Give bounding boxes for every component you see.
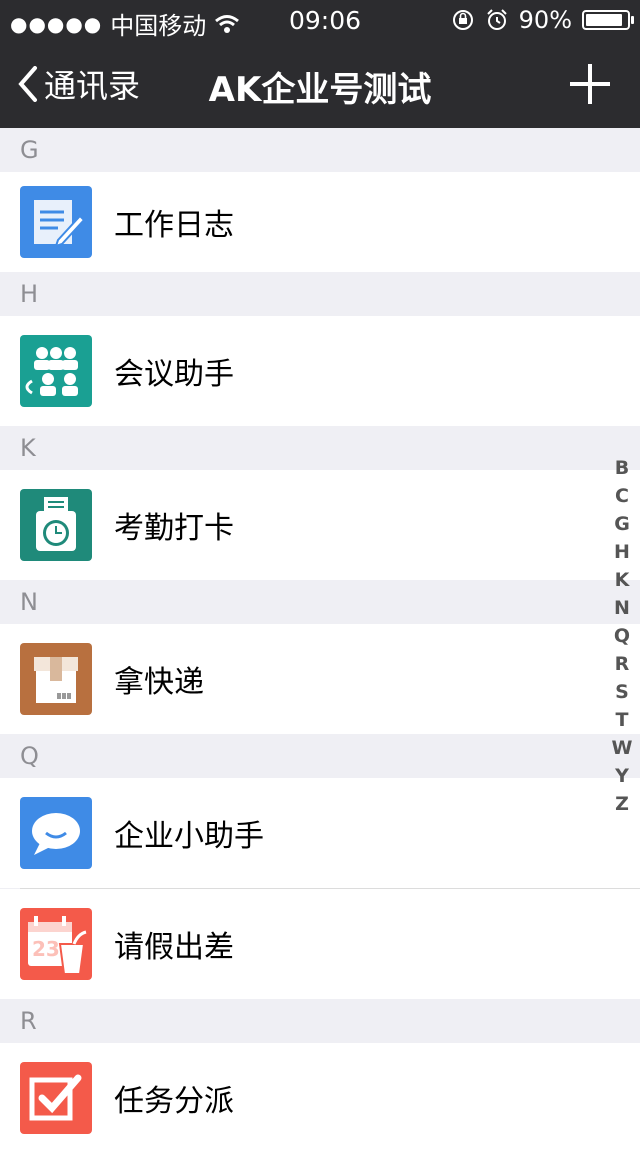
meeting-icon <box>20 335 92 407</box>
index-letter[interactable]: Q <box>614 622 630 650</box>
item-label: 拿快递 <box>114 665 204 700</box>
index-letter[interactable]: B <box>615 454 629 482</box>
page-title: AK企业号测试 <box>208 70 432 110</box>
top-bar: ●●●●● 中国移动 09:06 90% 通讯录 AK企业号测试 <box>0 0 640 128</box>
carrier-name: 中国移动 <box>110 12 207 40</box>
status-bar: ●●●●● 中国移动 09:06 90% <box>0 0 640 40</box>
item-label: 会议助手 <box>114 357 234 392</box>
time-clock-icon <box>20 489 92 561</box>
signal-dots-icon: ●●●●● <box>10 11 103 36</box>
list-item-leave-trip[interactable]: 23 请假出差 <box>0 889 640 999</box>
item-label: 任务分派 <box>114 1084 234 1119</box>
index-letter[interactable]: G <box>614 510 630 538</box>
battery-fill <box>586 14 622 26</box>
alphabet-index[interactable]: B C G H K N Q R S T W Y Z <box>612 454 633 818</box>
list-item-enterprise-assistant[interactable]: 企业小助手 <box>0 778 640 888</box>
list-item-express[interactable]: 拿快递 <box>0 624 640 734</box>
status-time: 09:06 <box>289 6 362 35</box>
section-header-h: H <box>0 272 640 316</box>
package-icon <box>20 643 92 715</box>
index-letter[interactable]: Z <box>615 790 629 818</box>
section-header-n: N <box>0 580 640 624</box>
calendar-cup-icon: 23 <box>20 908 92 980</box>
item-label: 考勤打卡 <box>114 511 234 546</box>
index-letter[interactable]: T <box>616 706 629 734</box>
item-label: 工作日志 <box>114 208 234 243</box>
wifi-icon <box>215 14 240 33</box>
list-item-task-assign[interactable]: 任务分派 <box>0 1043 640 1153</box>
index-letter[interactable]: W <box>612 734 633 762</box>
item-label: 请假出差 <box>114 930 234 965</box>
status-right: 90% <box>451 6 634 34</box>
add-button[interactable] <box>570 64 610 104</box>
list-item-meeting-assistant[interactable]: 会议助手 <box>0 316 640 426</box>
contact-list: G 工作日志 H 会议助手 K 考勤打卡 N 拿快递 Q 企业小助手 23 请假… <box>0 128 640 1153</box>
index-letter[interactable]: K <box>615 566 630 594</box>
index-letter[interactable]: C <box>615 482 629 510</box>
chat-bubble-icon <box>20 797 92 869</box>
section-header-r: R <box>0 999 640 1043</box>
svg-text:23: 23 <box>32 937 60 961</box>
section-header-q: Q <box>0 734 640 778</box>
list-item-attendance[interactable]: 考勤打卡 <box>0 470 640 580</box>
orientation-lock-icon <box>452 10 473 30</box>
list-item-work-log[interactable]: 工作日志 <box>0 172 640 272</box>
nav-bar: 通讯录 AK企业号测试 <box>0 40 640 128</box>
section-header-g: G <box>0 128 640 172</box>
battery-tip <box>631 16 634 24</box>
item-label: 企业小助手 <box>114 819 264 854</box>
index-letter[interactable]: S <box>615 678 629 706</box>
alarm-icon <box>486 9 507 30</box>
carrier-info: ●●●●● 中国移动 <box>10 6 240 41</box>
index-letter[interactable]: R <box>615 650 630 678</box>
checkbox-icon <box>20 1062 92 1134</box>
index-letter[interactable]: N <box>614 594 630 622</box>
index-letter[interactable]: Y <box>615 762 629 790</box>
battery-percent: 90% <box>518 6 572 34</box>
index-letter[interactable]: H <box>614 538 630 566</box>
work-log-icon <box>20 186 92 258</box>
battery-icon <box>582 10 634 30</box>
section-header-k: K <box>0 426 640 470</box>
